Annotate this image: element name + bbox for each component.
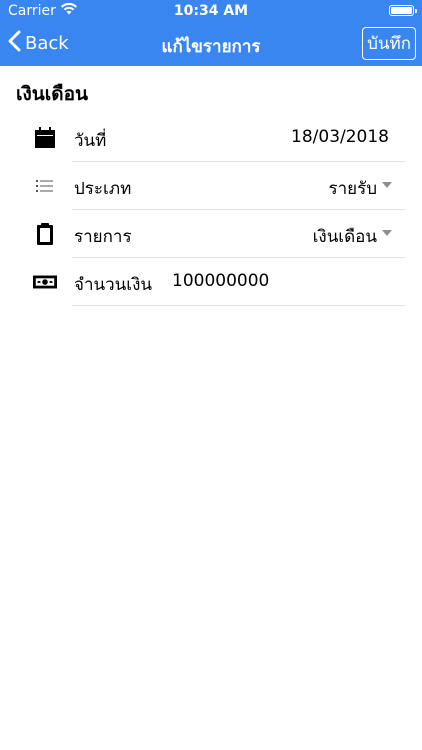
clipboard-icon: [33, 222, 57, 246]
amount-input[interactable]: 100000000: [172, 271, 269, 291]
item-row[interactable]: รายการ เงินเดือน: [0, 210, 422, 258]
dropdown-arrow-icon[interactable]: [382, 230, 392, 236]
date-value[interactable]: 18/03/2018: [291, 127, 389, 147]
battery-icon: [389, 5, 417, 16]
chevron-left-icon: [8, 30, 21, 57]
divider: [72, 305, 405, 306]
type-value[interactable]: รายรับ: [328, 175, 377, 202]
type-row[interactable]: ประเภท รายรับ: [0, 162, 422, 210]
section-title: เงินเดือน: [16, 83, 88, 105]
date-row[interactable]: วันที่ 18/03/2018: [0, 114, 422, 162]
back-button[interactable]: Back: [8, 30, 69, 57]
amount-row: จำนวนเงิน 100000000: [0, 258, 422, 306]
navigation-bar: Back แก้ไขรายการ บันทึก: [0, 22, 422, 66]
item-label: รายการ: [74, 227, 132, 247]
type-label: ประเภท: [74, 179, 132, 199]
money-icon: [33, 270, 57, 294]
status-bar: Carrier 10:34 AM: [0, 0, 422, 22]
item-value[interactable]: เงินเดือน: [313, 223, 377, 250]
amount-label: จำนวนเงิน: [74, 275, 153, 295]
status-time: 10:34 AM: [173, 3, 249, 19]
list-icon: [33, 174, 57, 198]
date-label: วันที่: [74, 131, 107, 151]
edit-transaction-screen: Carrier 10:34 AM Back แก้ไขรายการ บันทึก…: [0, 0, 422, 750]
save-button[interactable]: บันทึก: [362, 27, 416, 60]
dropdown-arrow-icon[interactable]: [382, 182, 392, 188]
back-label: Back: [25, 33, 69, 54]
calendar-icon: [33, 126, 57, 150]
